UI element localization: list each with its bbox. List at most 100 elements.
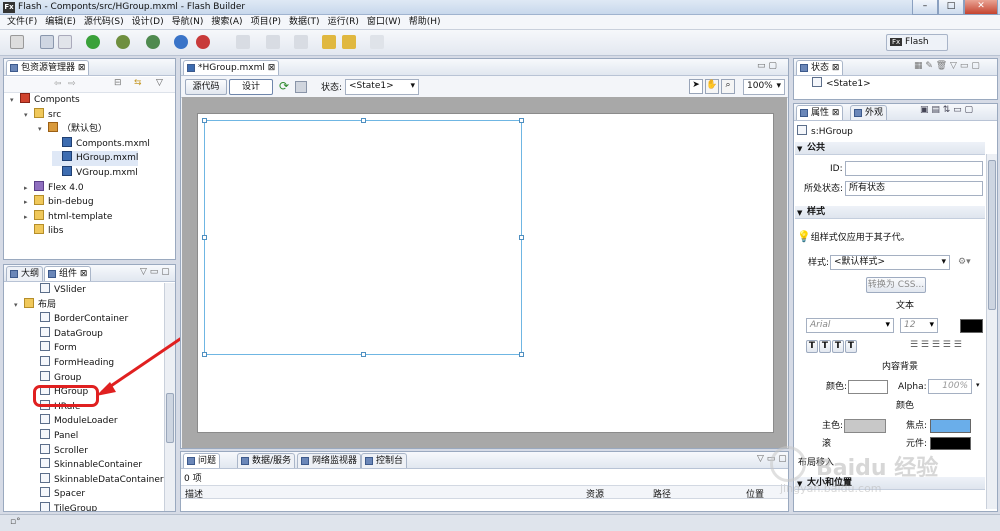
alpha-stepper-icon[interactable]: ▾ <box>976 381 980 389</box>
style-select[interactable]: <默认样式> ▾ <box>830 255 950 270</box>
column-header[interactable]: 描述 <box>185 487 203 500</box>
component-item[interactable]: ModuleLoader <box>40 414 118 429</box>
expand-arrow-icon[interactable]: ▾ <box>14 298 24 313</box>
menu-item-4[interactable]: 导航(N) <box>168 15 208 29</box>
debug-icon[interactable] <box>116 35 130 49</box>
menu-item-9[interactable]: 窗口(W) <box>363 15 405 29</box>
forward-icon[interactable] <box>370 35 384 49</box>
bg-color-swatch[interactable] <box>848 380 888 394</box>
zoom-magnifier-icon[interactable]: ⌕ <box>721 79 735 94</box>
tree-item[interactable]: ▸ html-template <box>24 209 112 225</box>
run-icon[interactable] <box>86 35 100 49</box>
tab-outline[interactable]: 大纲 <box>6 266 44 281</box>
resize-handle-se[interactable] <box>519 352 524 357</box>
expand-arrow-icon[interactable]: ▾ <box>38 122 48 137</box>
hgroup-selection[interactable] <box>202 118 524 357</box>
resize-handle-w[interactable] <box>202 235 207 240</box>
external-tools-icon[interactable] <box>196 35 210 49</box>
column-header[interactable]: 路径 <box>653 487 671 500</box>
focus-color-swatch[interactable] <box>930 419 971 433</box>
design-mode-button[interactable]: 设计 <box>229 79 273 95</box>
menu-item-0[interactable]: 文件(F) <box>3 15 41 29</box>
tab-package-explorer[interactable]: 包资源管理器 ⊠ <box>6 60 90 75</box>
component-item[interactable]: Spacer <box>40 487 85 502</box>
menu-item-3[interactable]: 设计(D) <box>128 15 168 29</box>
tab-components[interactable]: 组件 ⊠ <box>44 266 92 281</box>
font-size-select[interactable]: 12 ▾ <box>900 318 938 333</box>
prev-annotation-icon[interactable] <box>294 35 308 49</box>
id-field[interactable] <box>845 161 983 176</box>
tree-item[interactable]: HGroup.mxml <box>52 151 139 167</box>
column-header[interactable]: 资源 <box>586 487 604 500</box>
print-icon[interactable] <box>58 35 72 49</box>
resize-handle-sw[interactable] <box>202 352 207 357</box>
close-button[interactable]: ✕ <box>964 0 998 15</box>
zoom-select[interactable]: 100% ▾ <box>743 79 785 95</box>
state-select[interactable]: <State1> ▾ <box>345 79 419 95</box>
perspective-flash-button[interactable]: Fx Flash <box>886 34 948 51</box>
text-format-button[interactable]: T <box>845 340 857 353</box>
menu-item-5[interactable]: 搜索(A) <box>207 15 246 29</box>
tab-bottom-3[interactable]: 控制台 <box>361 453 408 468</box>
tree-item[interactable]: ▸ Flex 4.0 <box>24 180 84 196</box>
expand-arrow-icon[interactable]: ▾ <box>10 93 20 108</box>
minimize-button[interactable]: – <box>912 0 938 15</box>
resize-handle-n[interactable] <box>361 118 366 123</box>
profile-icon[interactable] <box>146 35 160 49</box>
tab-bottom-2[interactable]: 网络监视器 <box>297 453 362 468</box>
tree-item[interactable]: VGroup.mxml <box>52 166 138 181</box>
main-color-swatch[interactable] <box>844 419 886 433</box>
menu-item-10[interactable]: 帮助(H) <box>405 15 445 29</box>
in-state-field[interactable]: 所有状态 <box>845 181 983 196</box>
select-pointer-icon[interactable]: ➤ <box>689 79 703 94</box>
tree-item[interactable]: libs <box>24 224 63 239</box>
resize-handle-s[interactable] <box>361 352 366 357</box>
tree-item[interactable]: ▾ Componts <box>10 93 80 108</box>
column-header[interactable]: 位置 <box>746 487 764 500</box>
expand-arrow-icon[interactable]: ▸ <box>24 181 34 196</box>
section-style[interactable]: 样式 <box>795 206 985 219</box>
text-color-swatch[interactable] <box>960 319 983 333</box>
text-align-icons[interactable]: ☰ ☰ ☰ ☰ ☰ <box>910 340 962 350</box>
component-item[interactable]: Form <box>40 341 77 356</box>
tab-states[interactable]: 状态 ⊠ <box>796 60 844 75</box>
menu-item-2[interactable]: 源代码(S) <box>80 15 128 29</box>
tab-hgroup-mxml[interactable]: *HGroup.mxml ⊠ <box>183 60 280 75</box>
properties-scroll-thumb[interactable] <box>988 160 996 310</box>
maximize-button[interactable]: □ <box>938 0 964 15</box>
tree-item[interactable]: ▾ src <box>24 107 61 123</box>
bottom-view-menu-icon[interactable]: ▽ ▭ ▢ <box>757 454 787 464</box>
text-format-button[interactable]: T <box>832 340 844 353</box>
resize-handle-nw[interactable] <box>202 118 207 123</box>
pan-hand-icon[interactable]: ✋ <box>705 79 719 94</box>
next-annotation-icon[interactable] <box>266 35 280 49</box>
style-options-icon[interactable]: ⚙▾ <box>958 257 971 267</box>
menu-item-8[interactable]: 运行(R) <box>324 15 363 29</box>
tree-item[interactable]: ▸ bin-debug <box>24 195 94 210</box>
convert-css-button[interactable]: 转换为 CSS... <box>866 277 926 293</box>
states-toolbar-icons[interactable]: ▦ ✎ 🗑 ▽ ▭ ▢ <box>914 61 980 71</box>
alpha-field[interactable]: 100% <box>928 379 972 394</box>
tab-bottom-1[interactable]: 数据/服务 <box>237 453 296 468</box>
new-icon[interactable] <box>10 35 24 49</box>
editor-maximize-icon[interactable]: ▭ ▢ <box>757 61 777 71</box>
menu-item-6[interactable]: 项目(P) <box>247 15 285 29</box>
tree-item[interactable]: Componts.mxml <box>52 136 150 152</box>
font-family-select[interactable]: Arial ▾ <box>806 318 894 333</box>
refresh-icon[interactable]: ⟳ <box>279 79 289 93</box>
forward-arrow-icon[interactable]: ⇨ <box>68 79 76 89</box>
last-edit-icon[interactable] <box>322 35 336 49</box>
link-editor-icon[interactable]: ⇆ <box>134 78 142 88</box>
tab-bottom-0[interactable]: 问题 <box>183 453 221 468</box>
minimize-view-icon[interactable]: ▽ ▭ ▢ <box>140 267 170 277</box>
resize-handle-e[interactable] <box>519 235 524 240</box>
menu-item-1[interactable]: 编辑(E) <box>41 15 80 29</box>
tab-appearance[interactable]: 外观 <box>850 105 888 120</box>
resize-handle-ne[interactable] <box>519 118 524 123</box>
component-item[interactable]: VSlider <box>40 283 86 298</box>
component-item[interactable]: ▾ 布局 <box>14 297 56 313</box>
tree-item[interactable]: ▾ （默认包） <box>38 122 107 137</box>
marker-icon[interactable] <box>236 35 250 49</box>
expand-arrow-icon[interactable]: ▸ <box>24 195 34 210</box>
state-item[interactable]: <State1> <box>812 77 871 92</box>
